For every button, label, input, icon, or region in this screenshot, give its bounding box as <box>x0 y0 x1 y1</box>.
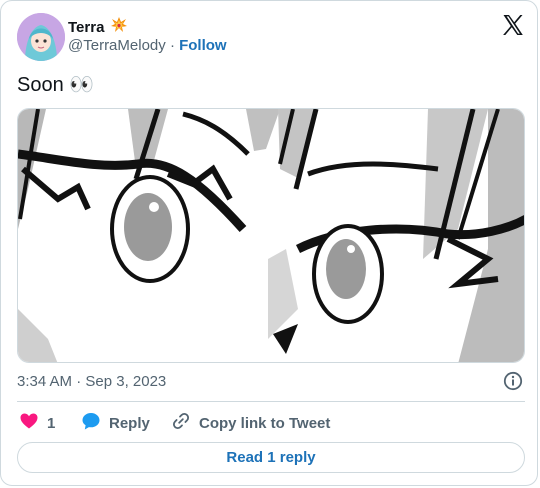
follow-button[interactable]: Follow <box>179 37 227 54</box>
author-handle[interactable]: @TerraMelody <box>68 37 166 54</box>
info-icon[interactable] <box>503 371 523 391</box>
divider <box>17 401 525 402</box>
x-logo-icon[interactable] <box>501 13 525 37</box>
read-replies-button[interactable]: Read 1 reply <box>17 442 525 473</box>
separator-dot: · <box>169 37 175 54</box>
author-name[interactable]: Terra <box>68 19 104 36</box>
avatar[interactable] <box>17 13 65 61</box>
reply-label: Reply <box>109 414 150 432</box>
link-icon <box>171 411 191 435</box>
tweet-text: Soon 👀 <box>17 74 95 96</box>
reply-bubble-icon <box>81 411 101 435</box>
like-button[interactable]: 1 <box>19 411 55 435</box>
copy-link-label: Copy link to Tweet <box>199 414 331 432</box>
sketch-eyes-image <box>18 109 524 362</box>
heart-icon <box>19 411 39 435</box>
collision-emoji-icon <box>110 16 128 39</box>
like-count: 1 <box>47 414 56 432</box>
tweet-timestamp[interactable]: 3:34 AM · Sep 3, 2023 <box>17 373 166 390</box>
copy-link-button[interactable]: Copy link to Tweet <box>171 411 330 435</box>
tweet-media-image[interactable] <box>17 108 525 363</box>
author-handle-row: @TerraMelody · Follow <box>68 37 227 54</box>
embedded-tweet-card: Terra @TerraMelody · Follow Soon 👀 3:34 … <box>0 0 538 486</box>
reply-button[interactable]: Reply <box>81 411 150 435</box>
author-name-row: Terra <box>68 16 128 39</box>
